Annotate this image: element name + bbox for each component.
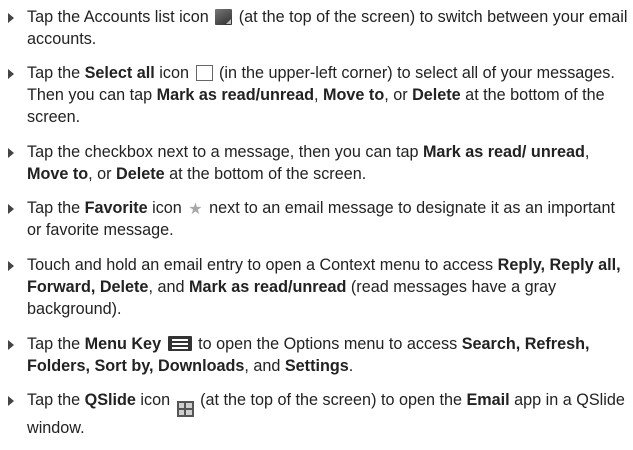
list-item: Tap the Select all icon (in the upper-le… [0, 62, 628, 128]
list-item: Tap the Menu Key to open the Options men… [0, 333, 628, 377]
select-all-checkbox-icon [195, 65, 213, 81]
text-run: , or [384, 86, 413, 104]
instruction-list: Tap the Accounts list icon (at the top o… [0, 0, 633, 450]
list-item: Tap the checkbox next to a message, then… [0, 141, 628, 185]
list-item: Touch and hold an email entry to open a … [0, 254, 628, 320]
text-run: Tap the Accounts list icon [27, 8, 214, 26]
accounts-list-icon [215, 9, 233, 25]
text-run: . [348, 357, 354, 375]
text-run: , and [244, 357, 285, 375]
list-item: Tap the Accounts list icon (at the top o… [0, 6, 628, 50]
text-run: icon [147, 199, 187, 217]
bold-term: Delete [116, 165, 165, 183]
text-run: , [584, 143, 590, 161]
text-run: icon [135, 391, 175, 409]
text-run: , [314, 86, 324, 104]
bullet-arrow-icon [8, 396, 14, 406]
item-text: Touch and hold an email entry to open a … [27, 254, 628, 320]
bullet-arrow-icon [8, 261, 14, 271]
text-run: Touch and hold an email entry to open a … [27, 256, 498, 274]
text-run: Tap the [27, 335, 85, 353]
bullet-arrow-icon [8, 148, 14, 158]
text-run: Tap the [27, 64, 85, 82]
item-text: Tap the Favorite icon ★ next to an email… [27, 197, 628, 241]
bold-term: QSlide [84, 391, 136, 409]
bullet-arrow-icon [8, 69, 14, 79]
item-text: Tap the QSlide icon (at the top of the s… [27, 389, 628, 439]
text-run: Tap the [27, 199, 85, 217]
bold-term: Mark as read/unread [188, 278, 347, 296]
text-run: , and [148, 278, 189, 296]
bold-term: Move to [323, 86, 385, 104]
text-run: Tap the checkbox next to a message, then… [27, 143, 423, 161]
list-item: Tap the QSlide icon (at the top of the s… [0, 389, 628, 439]
qslide-icon [176, 401, 194, 417]
menu-key-icon [167, 336, 192, 351]
bullet-arrow-icon [8, 340, 14, 350]
bold-term: Mark as read/unread [156, 86, 315, 104]
item-text: Tap the Accounts list icon (at the top o… [27, 6, 628, 50]
bold-term: Delete [412, 86, 461, 104]
bullet-arrow-icon [8, 204, 14, 214]
item-text: Tap the Menu Key to open the Options men… [27, 333, 628, 377]
bold-term: Menu Key [84, 335, 162, 353]
bold-term: Favorite [84, 199, 148, 217]
bold-term: Settings [284, 357, 349, 375]
bold-term: Select all [84, 64, 155, 82]
text-run: to open the Options menu to access [193, 335, 462, 353]
text-run: , or [88, 165, 117, 183]
bold-term: Mark as read/ unread [422, 143, 585, 161]
favorite-star-icon: ★ [188, 201, 203, 218]
bold-term: Move to [27, 165, 89, 183]
item-text: Tap the Select all icon (in the upper-le… [27, 62, 628, 128]
bullet-arrow-icon [8, 13, 14, 23]
list-item: Tap the Favorite icon ★ next to an email… [0, 197, 628, 241]
text-run: Tap the [27, 391, 85, 409]
bold-term: Email [466, 391, 510, 409]
item-text: Tap the checkbox next to a message, then… [27, 141, 628, 185]
text-run: (at the top of the screen) to open the [195, 391, 467, 409]
text-run: icon [154, 64, 194, 82]
text-run [161, 335, 166, 353]
text-run: at the bottom of the screen. [164, 165, 367, 183]
